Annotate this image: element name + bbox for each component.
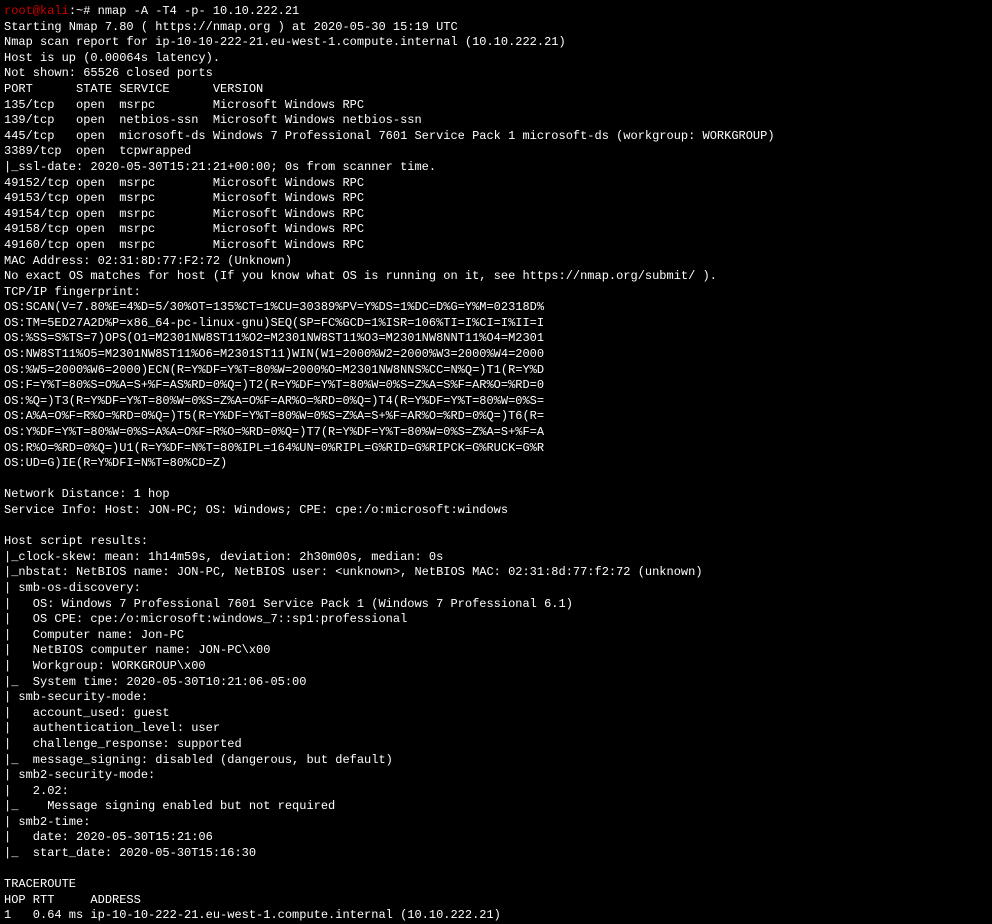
output-line: OS:TM=5ED27A2D%P=x86_64-pc-linux-gnu)SEQ… — [4, 316, 988, 332]
output-line: | account_used: guest — [4, 706, 988, 722]
output-line: Not shown: 65526 closed ports — [4, 66, 988, 82]
output-line: MAC Address: 02:31:8D:77:F2:72 (Unknown) — [4, 254, 988, 270]
output-line: 49154/tcp open msrpc Microsoft Windows R… — [4, 207, 988, 223]
output-line: |_ System time: 2020-05-30T10:21:06-05:0… — [4, 675, 988, 691]
output-line: |_ssl-date: 2020-05-30T15:21:21+00:00; 0… — [4, 160, 988, 176]
output-line: OS:%Q=)T3(R=Y%DF=Y%T=80%W=0%S=Z%A=O%F=AR… — [4, 394, 988, 410]
output-line: 49160/tcp open msrpc Microsoft Windows R… — [4, 238, 988, 254]
output-line: | NetBIOS computer name: JON-PC\x00 — [4, 643, 988, 659]
output-line: Network Distance: 1 hop — [4, 487, 988, 503]
output-line: | OS: Windows 7 Professional 7601 Servic… — [4, 597, 988, 613]
output-line: Host is up (0.00064s latency). — [4, 51, 988, 67]
output-line: | challenge_response: supported — [4, 737, 988, 753]
output-line: |_ Message signing enabled but not requi… — [4, 799, 988, 815]
command-text: nmap -A -T4 -p- 10.10.222.21 — [98, 4, 300, 18]
output-line: 135/tcp open msrpc Microsoft Windows RPC — [4, 98, 988, 114]
output-line — [4, 519, 988, 535]
output-line: HOP RTT ADDRESS — [4, 893, 988, 909]
output-line: Nmap scan report for ip-10-10-222-21.eu-… — [4, 35, 988, 51]
output-line — [4, 472, 988, 488]
output-line: OS:%W5=2000%W6=2000)ECN(R=Y%DF=Y%T=80%W=… — [4, 363, 988, 379]
output-line: OS:F=Y%T=80%S=O%A=S+%F=AS%RD=0%Q=)T2(R=Y… — [4, 378, 988, 394]
output-line: | 2.02: — [4, 784, 988, 800]
output-line: 1 0.64 ms ip-10-10-222-21.eu-west-1.comp… — [4, 908, 988, 924]
output-line: TRACEROUTE — [4, 877, 988, 893]
terminal-output[interactable]: root@kali:~# nmap -A -T4 -p- 10.10.222.2… — [4, 4, 988, 924]
prompt-line: root@kali:~# nmap -A -T4 -p- 10.10.222.2… — [4, 4, 988, 20]
output-line: 3389/tcp open tcpwrapped — [4, 144, 988, 160]
output-line: |_clock-skew: mean: 1h14m59s, deviation:… — [4, 550, 988, 566]
output-line: 49152/tcp open msrpc Microsoft Windows R… — [4, 176, 988, 192]
output-line: | Computer name: Jon-PC — [4, 628, 988, 644]
output-line: OS:UD=G)IE(R=Y%DFI=N%T=80%CD=Z) — [4, 456, 988, 472]
output-line: PORT STATE SERVICE VERSION — [4, 82, 988, 98]
output-line: | OS CPE: cpe:/o:microsoft:windows_7::sp… — [4, 612, 988, 628]
output-line: OS:NW8ST11%O5=M2301NW8ST11%O6=M2301ST11)… — [4, 347, 988, 363]
output-line: | smb-os-discovery: — [4, 581, 988, 597]
output-line: | smb2-security-mode: — [4, 768, 988, 784]
output-line: OS:R%O=%RD=0%Q=)U1(R=Y%DF=N%T=80%IPL=164… — [4, 441, 988, 457]
output-line: | date: 2020-05-30T15:21:06 — [4, 830, 988, 846]
output-line: | Workgroup: WORKGROUP\x00 — [4, 659, 988, 675]
output-line: |_ start_date: 2020-05-30T15:16:30 — [4, 846, 988, 862]
output-line: | smb2-time: — [4, 815, 988, 831]
prompt-user: root@kali — [4, 4, 69, 18]
output-line: No exact OS matches for host (If you kno… — [4, 269, 988, 285]
output-line: Host script results: — [4, 534, 988, 550]
output-line: 445/tcp open microsoft-ds Windows 7 Prof… — [4, 129, 988, 145]
output-line: Service Info: Host: JON-PC; OS: Windows;… — [4, 503, 988, 519]
output-line: OS:Y%DF=Y%T=80%W=0%S=A%A=O%F=R%O=%RD=0%Q… — [4, 425, 988, 441]
prompt-colon: : — [69, 4, 76, 18]
output-line: OS:%SS=S%TS=7)OPS(O1=M2301NW8ST11%O2=M23… — [4, 331, 988, 347]
output-line: 49158/tcp open msrpc Microsoft Windows R… — [4, 222, 988, 238]
output-line — [4, 862, 988, 878]
output-line: 139/tcp open netbios-ssn Microsoft Windo… — [4, 113, 988, 129]
output-line: |_ message_signing: disabled (dangerous,… — [4, 753, 988, 769]
prompt-hash: # — [83, 4, 90, 18]
output-line: |_nbstat: NetBIOS name: JON-PC, NetBIOS … — [4, 565, 988, 581]
output-line: OS:A%A=O%F=R%O=%RD=0%Q=)T5(R=Y%DF=Y%T=80… — [4, 409, 988, 425]
output-line: | authentication_level: user — [4, 721, 988, 737]
output-line: | smb-security-mode: — [4, 690, 988, 706]
output-line: 49153/tcp open msrpc Microsoft Windows R… — [4, 191, 988, 207]
output-line: TCP/IP fingerprint: — [4, 285, 988, 301]
output-lines: Starting Nmap 7.80 ( https://nmap.org ) … — [4, 20, 988, 924]
output-line: Starting Nmap 7.80 ( https://nmap.org ) … — [4, 20, 988, 36]
output-line: OS:SCAN(V=7.80%E=4%D=5/30%OT=135%CT=1%CU… — [4, 300, 988, 316]
